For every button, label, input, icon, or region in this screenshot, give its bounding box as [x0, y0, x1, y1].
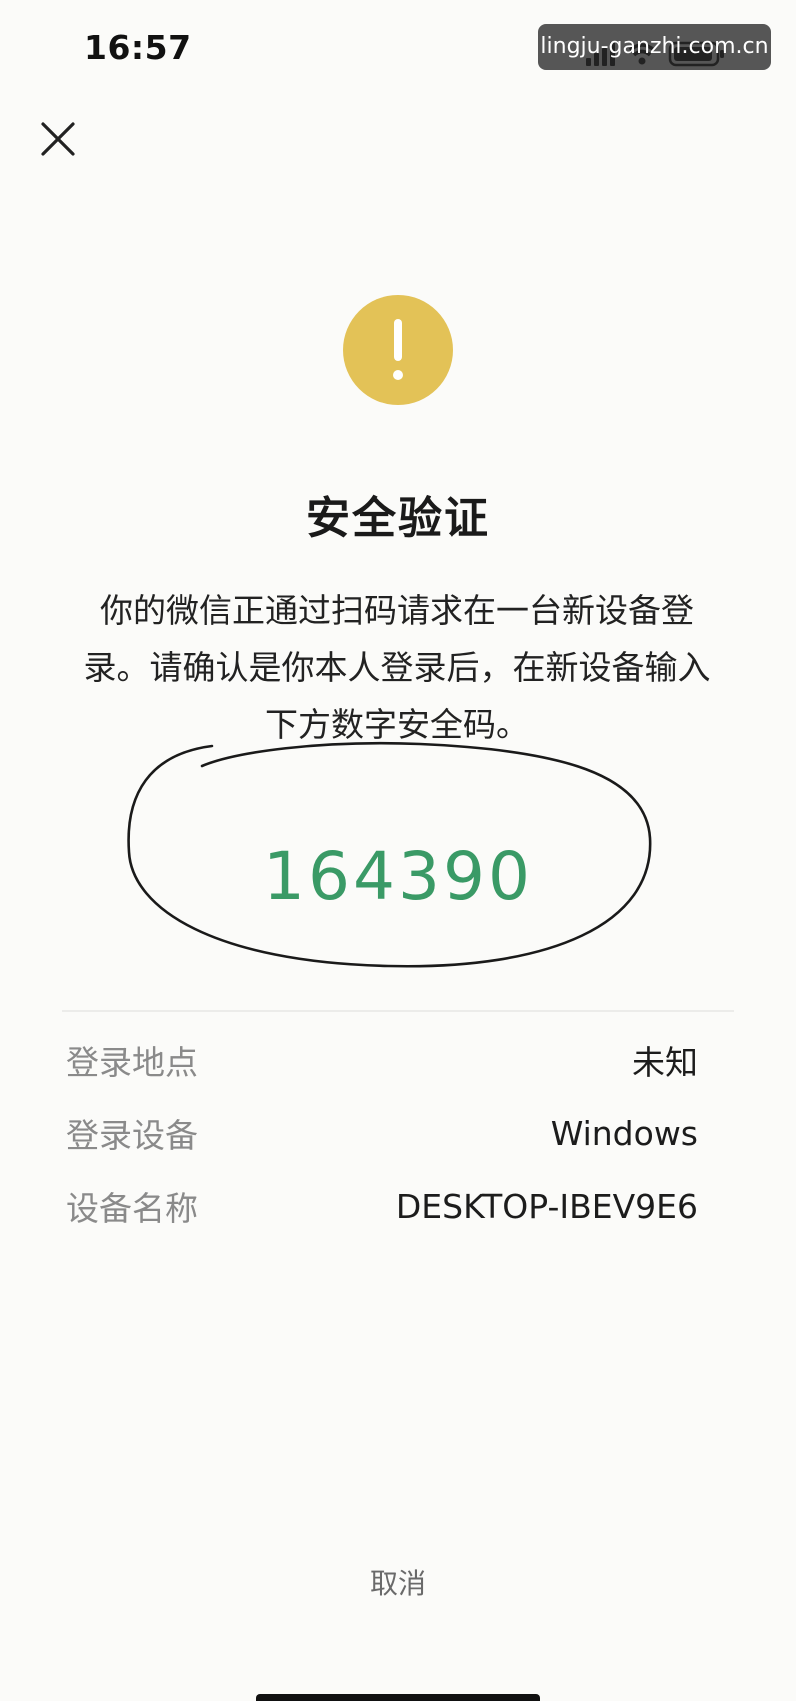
login-device-value: Windows: [550, 1113, 698, 1153]
security-code: 164390: [263, 838, 533, 915]
page-title: 安全验证: [306, 493, 490, 544]
warning-icon: [343, 295, 453, 405]
login-device-label: 登录设备: [66, 1116, 198, 1155]
cancel-button[interactable]: 取消: [348, 1562, 448, 1606]
divider: [62, 1010, 734, 1012]
login-location-value: 未知: [632, 1043, 698, 1082]
watermark: lingju-ganzhi.com.cn: [538, 24, 771, 70]
home-indicator: [256, 1694, 540, 1701]
info-row-location: 登录地点 未知: [66, 1035, 698, 1085]
info-row-device-name: 设备名称 DESKTOP-IBEV9E6: [66, 1181, 698, 1231]
info-row-device: 登录设备 Windows: [66, 1108, 698, 1158]
device-name-value: DESKTOP-IBEV9E6: [395, 1186, 698, 1226]
close-icon[interactable]: [38, 119, 78, 159]
device-name-label: 设备名称: [66, 1189, 198, 1228]
verification-description: 你的微信正通过扫码请求在一台新设备登录。请确认是你本人登录后，在新设备输入下方数…: [83, 591, 711, 744]
login-location-label: 登录地点: [66, 1043, 198, 1082]
status-time: 16:57: [84, 28, 192, 67]
